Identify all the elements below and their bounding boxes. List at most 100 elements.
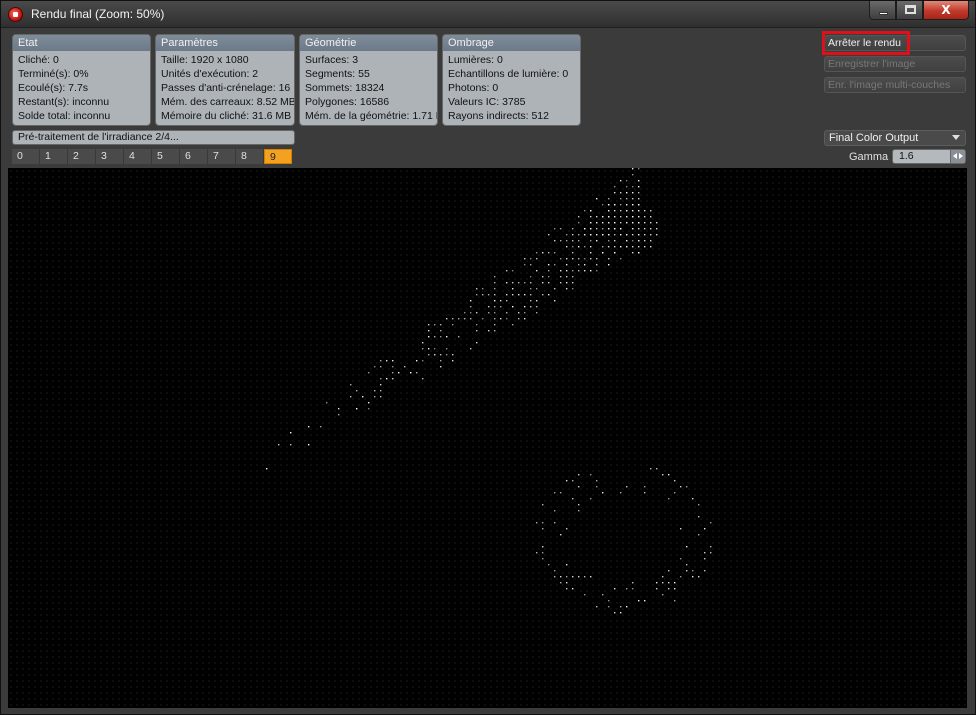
render-sample — [590, 252, 592, 254]
param-tile-mem: Mém. des carreaux: 8.52 MB — [161, 96, 295, 108]
buffer-tab-0[interactable]: 0 — [12, 149, 40, 164]
render-sample — [542, 276, 544, 278]
render-sample — [650, 216, 652, 218]
save-image-button[interactable]: Enregistrer l'image — [824, 56, 966, 72]
render-sample — [614, 234, 616, 236]
buffer-tab-6[interactable]: 6 — [180, 149, 208, 164]
render-sample — [638, 216, 640, 218]
render-sample — [704, 558, 706, 560]
etat-remaining: Restant(s): inconnu — [18, 96, 110, 108]
render-sample — [608, 606, 610, 608]
render-sample — [494, 300, 496, 302]
render-sample — [548, 234, 550, 236]
render-sample — [710, 522, 712, 524]
render-sample — [638, 246, 640, 248]
render-preview-dots — [266, 168, 712, 614]
render-sample — [596, 228, 598, 230]
render-sample — [620, 204, 622, 206]
render-sample — [650, 210, 652, 212]
buffer-tab-8[interactable]: 8 — [236, 149, 264, 164]
render-sample — [608, 216, 610, 218]
minimize-button[interactable] — [869, 1, 896, 20]
render-sample — [560, 576, 562, 578]
close-button[interactable]: X — [923, 1, 969, 20]
render-sample — [512, 306, 514, 308]
render-sample — [626, 222, 628, 224]
render-sample — [572, 498, 574, 500]
render-sample — [464, 318, 466, 320]
render-sample — [614, 210, 616, 212]
render-sample — [584, 210, 586, 212]
maximize-button[interactable] — [896, 1, 923, 20]
render-sample — [530, 306, 532, 308]
render-sample — [566, 480, 568, 482]
render-sample — [620, 192, 622, 194]
buffer-tab-9[interactable]: 9 — [264, 149, 292, 164]
render-sample — [608, 210, 610, 212]
render-sample — [530, 282, 532, 284]
render-sample — [686, 570, 688, 572]
render-sample — [680, 576, 682, 578]
render-sample — [656, 588, 658, 590]
render-sample — [512, 270, 514, 272]
buffer-tab-5[interactable]: 5 — [152, 149, 180, 164]
render-sample — [620, 246, 622, 248]
buffer-tab-1[interactable]: 1 — [40, 149, 68, 164]
buffer-tab-2[interactable]: 2 — [68, 149, 96, 164]
render-sample — [506, 270, 508, 272]
render-sample — [488, 294, 490, 296]
render-sample — [626, 192, 628, 194]
render-sample — [380, 396, 382, 398]
gamma-input[interactable]: 1.6 — [892, 149, 966, 164]
output-select[interactable]: Final Color Output — [824, 130, 966, 146]
render-sample — [584, 228, 586, 230]
render-sample — [620, 198, 622, 200]
render-sample — [542, 546, 544, 548]
render-sample — [632, 168, 634, 170]
render-sample — [392, 360, 394, 362]
gamma-stepper-icon[interactable] — [950, 150, 965, 163]
render-sample — [410, 372, 412, 374]
render-sample — [578, 240, 580, 242]
render-sample — [518, 282, 520, 284]
render-sample — [572, 240, 574, 242]
param-frame-mem: Mémoire du cliché: 31.6 MB — [161, 110, 292, 122]
render-sample — [632, 210, 634, 212]
render-sample — [572, 276, 574, 278]
render-sample — [698, 576, 700, 578]
render-sample — [632, 246, 634, 248]
render-sample — [578, 270, 580, 272]
render-viewport[interactable] — [8, 168, 967, 708]
render-sample — [506, 318, 508, 320]
render-sample — [536, 306, 538, 308]
render-sample — [566, 240, 568, 242]
render-sample — [590, 210, 592, 212]
render-sample — [656, 222, 658, 224]
render-sample — [572, 480, 574, 482]
render-sample — [338, 408, 340, 410]
render-sample — [632, 186, 634, 188]
render-sample — [578, 234, 580, 236]
buffer-tab-4[interactable]: 4 — [124, 149, 152, 164]
render-sample — [434, 336, 436, 338]
render-sample — [548, 270, 550, 272]
buffer-tab-3[interactable]: 3 — [96, 149, 124, 164]
render-sample — [662, 594, 664, 596]
render-sample — [590, 270, 592, 272]
panel-parametres-header: Paramètres — [156, 35, 294, 51]
render-sample — [566, 264, 568, 266]
render-sample — [326, 402, 328, 404]
title-bar[interactable]: Rendu final (Zoom: 50%) X — [1, 1, 975, 28]
render-sample — [626, 588, 628, 590]
render-sample — [554, 252, 556, 254]
render-sample — [674, 492, 676, 494]
save-multilayer-button[interactable]: Enr. l'image multi-couches — [824, 77, 966, 93]
buffer-tab-7[interactable]: 7 — [208, 149, 236, 164]
render-sample — [608, 600, 610, 602]
render-sample — [650, 222, 652, 224]
render-sample — [668, 588, 670, 590]
render-sample — [578, 486, 580, 488]
render-sample — [494, 330, 496, 332]
render-sample — [650, 246, 652, 248]
render-sample — [440, 366, 442, 368]
